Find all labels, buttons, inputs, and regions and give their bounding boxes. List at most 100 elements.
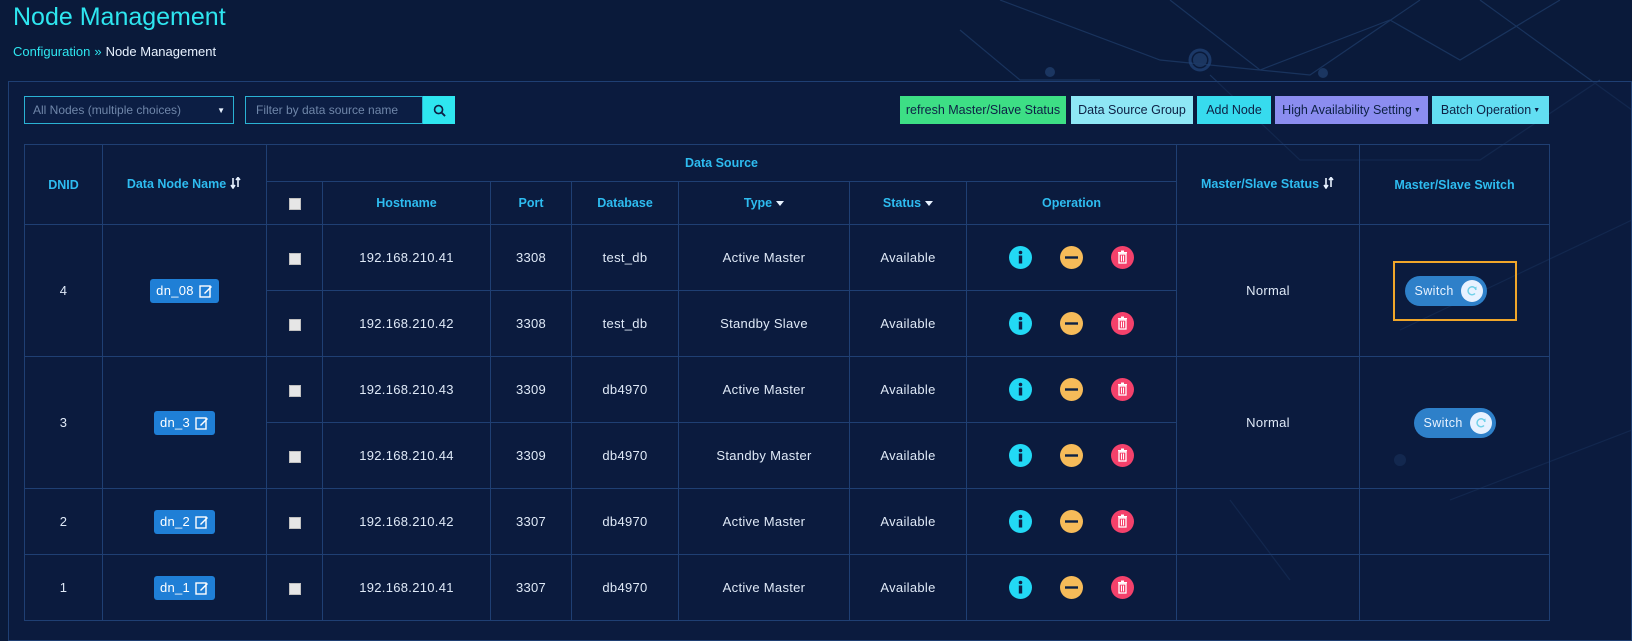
- port-cell: 3307: [490, 554, 572, 621]
- edit-icon: [195, 515, 209, 529]
- batch-operation-button[interactable]: Batch Operation ▼: [1432, 96, 1549, 124]
- node-name-cell: dn_1: [102, 554, 267, 621]
- database-cell: db4970: [571, 422, 679, 489]
- type-cell: Active Master: [678, 224, 850, 291]
- disable-icon[interactable]: [1060, 378, 1083, 401]
- info-icon[interactable]: [1009, 246, 1032, 269]
- disable-icon[interactable]: [1060, 312, 1083, 335]
- info-icon[interactable]: [1009, 312, 1032, 335]
- info-icon[interactable]: [1009, 444, 1032, 467]
- node-name-badge[interactable]: dn_3: [153, 410, 216, 435]
- hostname-cell: 192.168.210.42: [322, 290, 491, 357]
- status-cell: Available: [849, 224, 967, 291]
- chevron-down-icon: ▼: [217, 105, 225, 115]
- hostname-cell: 192.168.210.43: [322, 356, 491, 423]
- node-name-label: dn_1: [159, 580, 191, 595]
- operation-cell: [965, 356, 1178, 423]
- disable-icon[interactable]: [1060, 444, 1083, 467]
- search-icon: [433, 104, 446, 117]
- header-type[interactable]: Type: [678, 181, 850, 225]
- row-checkbox[interactable]: [288, 516, 301, 529]
- port-cell: 3309: [490, 356, 572, 423]
- type-cell: Active Master: [678, 554, 850, 621]
- select-all-checkbox[interactable]: [288, 197, 301, 210]
- master-slave-switch-cell: [1359, 554, 1551, 621]
- row-checkbox[interactable]: [288, 384, 301, 397]
- database-cell: test_db: [571, 290, 679, 357]
- row-checkbox[interactable]: [288, 318, 301, 331]
- header-hostname: Hostname: [322, 181, 491, 225]
- status-cell: Available: [849, 488, 967, 555]
- data-source-group-button[interactable]: Data Source Group: [1071, 96, 1193, 124]
- status-cell: Available: [849, 422, 967, 489]
- caret-down-icon[interactable]: [925, 196, 934, 210]
- caret-down-icon[interactable]: [776, 196, 785, 210]
- trash-icon[interactable]: [1111, 576, 1134, 599]
- database-cell: db4970: [571, 554, 679, 621]
- trash-icon[interactable]: [1111, 378, 1134, 401]
- node-name-badge[interactable]: dn_2: [153, 509, 216, 534]
- sort-icon[interactable]: [1323, 176, 1335, 192]
- node-filter-value: All Nodes (multiple choices): [33, 103, 182, 117]
- switch-label: Switch: [1423, 415, 1463, 430]
- header-operation: Operation: [965, 181, 1178, 225]
- master-slave-switch-cell: [1359, 488, 1551, 555]
- node-name-label: dn_2: [159, 514, 191, 529]
- info-icon[interactable]: [1009, 576, 1032, 599]
- type-cell: Active Master: [678, 356, 850, 423]
- dnid-cell: 2: [24, 488, 103, 555]
- search-input[interactable]: [245, 96, 423, 124]
- master-slave-status-cell: [1176, 554, 1361, 621]
- status-cell: Available: [849, 290, 967, 357]
- disable-icon[interactable]: [1060, 510, 1083, 533]
- table-row: 4 dn_08 192.168.210.41 3308 test_db Acti…: [24, 224, 1551, 357]
- disable-icon[interactable]: [1060, 246, 1083, 269]
- add-node-button[interactable]: Add Node: [1197, 96, 1271, 124]
- header-data-node-name[interactable]: Data Node Name: [102, 144, 267, 225]
- row-select-cell: [266, 488, 323, 555]
- trash-icon[interactable]: [1111, 444, 1134, 467]
- table-row: 2 dn_2 192.168.210.42 3307 db4970 Active…: [24, 488, 1551, 555]
- info-icon[interactable]: [1009, 510, 1032, 533]
- switch-button[interactable]: Switch: [1404, 275, 1487, 306]
- info-icon[interactable]: [1009, 378, 1032, 401]
- trash-icon[interactable]: [1111, 510, 1134, 533]
- row-checkbox[interactable]: [288, 582, 301, 595]
- status-cell: Available: [849, 554, 967, 621]
- batch-operation-label: Batch Operation: [1440, 103, 1532, 117]
- row-checkbox[interactable]: [288, 450, 301, 463]
- refresh-status-button[interactable]: refresh Master/Slave Status: [900, 96, 1066, 124]
- high-availability-label: High Availability Setting: [1282, 103, 1412, 117]
- breadcrumb: Configuration » Node Management: [13, 44, 216, 59]
- breadcrumb-configuration[interactable]: Configuration: [13, 44, 90, 59]
- database-cell: db4970: [571, 488, 679, 555]
- node-filter-select[interactable]: All Nodes (multiple choices) ▼: [24, 96, 234, 124]
- trash-icon[interactable]: [1111, 246, 1134, 269]
- switch-highlight-box: Switch: [1392, 260, 1517, 321]
- trash-icon[interactable]: [1111, 312, 1134, 335]
- dnid-cell: 4: [24, 224, 103, 357]
- master-slave-status-cell: Normal: [1176, 356, 1361, 489]
- port-cell: 3308: [490, 224, 572, 291]
- type-cell: Standby Master: [678, 422, 850, 489]
- header-status[interactable]: Status: [849, 181, 967, 225]
- type-cell: Standby Slave: [678, 290, 850, 357]
- header-data-node-name-label: Data Node Name: [126, 176, 227, 191]
- node-name-badge[interactable]: dn_1: [153, 575, 216, 600]
- breadcrumb-separator: »: [94, 44, 102, 59]
- high-availability-setting-button[interactable]: High Availability Setting ▼: [1275, 96, 1428, 124]
- header-master-slave-switch: Master/Slave Switch: [1359, 144, 1551, 225]
- switch-button[interactable]: Switch: [1413, 407, 1496, 438]
- database-cell: db4970: [571, 356, 679, 423]
- header-dnid: DNID: [24, 144, 103, 225]
- node-name-badge[interactable]: dn_08: [150, 278, 219, 303]
- row-select-cell: [266, 554, 323, 621]
- search-button[interactable]: [423, 96, 455, 124]
- operation-cell: [965, 422, 1178, 489]
- row-checkbox[interactable]: [288, 252, 301, 265]
- sort-icon[interactable]: [230, 176, 242, 192]
- edit-icon: [195, 416, 209, 430]
- header-master-slave-status[interactable]: Master/Slave Status: [1176, 144, 1361, 225]
- node-name-cell: dn_2: [102, 488, 267, 555]
- disable-icon[interactable]: [1060, 576, 1083, 599]
